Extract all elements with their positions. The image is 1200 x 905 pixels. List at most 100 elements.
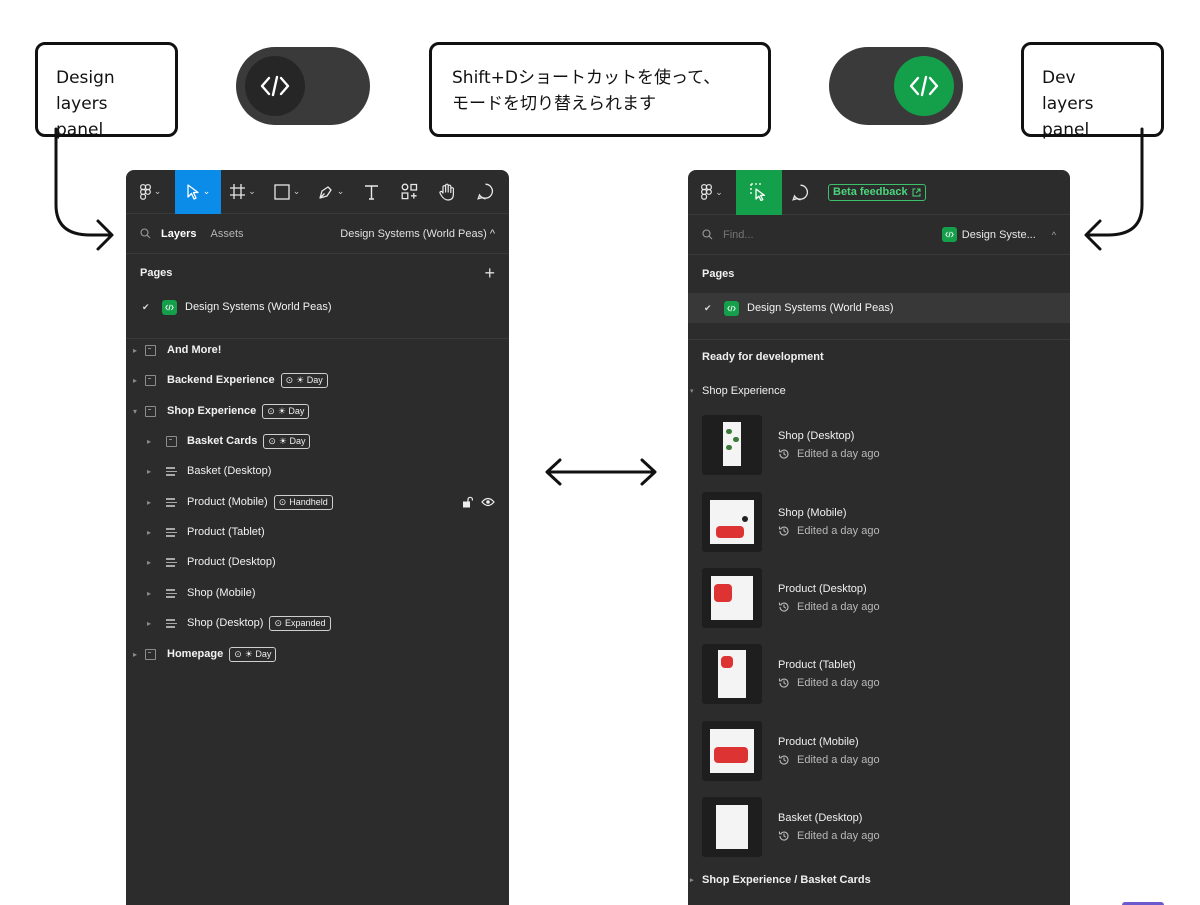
resources-button[interactable] <box>389 170 429 214</box>
dev-layers-panel: ⌄ Beta feedback Design Syste... ^ Pages … <box>688 170 1070 905</box>
chevron-right-icon[interactable]: ▸ <box>144 589 154 598</box>
group-header[interactable]: ▾ Shop Experience <box>690 385 786 397</box>
tab-layers[interactable]: Layers <box>161 228 196 240</box>
pen-tool-button[interactable]: ⌄ <box>309 170 353 214</box>
eye-icon[interactable] <box>481 497 495 507</box>
check-icon: ✔ <box>704 302 712 313</box>
beta-feedback-button[interactable]: Beta feedback <box>828 183 926 201</box>
auto-layout-icon <box>166 557 177 567</box>
dev-frame-item[interactable]: Shop (Mobile) Edited a day ago <box>702 491 1070 553</box>
dev-frame-item[interactable]: Shop (Desktop) Edited a day ago <box>702 414 1070 476</box>
pen-icon <box>319 185 332 199</box>
components-icon <box>401 183 417 200</box>
chevron-right-icon: ▸ <box>690 877 694 884</box>
inspect-tool-button[interactable] <box>736 170 782 215</box>
design-mode-toggle[interactable] <box>236 47 370 125</box>
mode-icon: ⊙ <box>234 648 242 659</box>
main-menu-button[interactable]: ⌄ <box>126 170 175 214</box>
tab-assets[interactable]: Assets <box>210 228 243 240</box>
frame-name: Product (Mobile) <box>778 736 859 748</box>
chevron-down-icon: ⌄ <box>202 186 211 196</box>
frame-name: Product (Desktop) <box>778 583 867 595</box>
chevron-down-icon: ▾ <box>690 388 694 395</box>
chevron-down-icon: ⌄ <box>715 186 723 197</box>
chevron-right-icon[interactable]: ▸ <box>144 558 154 567</box>
figma-logo-icon <box>701 184 713 200</box>
variable-mode-badge: ⊙ ☀ Day <box>280 372 328 388</box>
chevron-right-icon[interactable]: ▸ <box>130 376 140 385</box>
chevron-down-icon[interactable]: ▾ <box>130 407 140 416</box>
design-layers-panel: ⌄ ⌄ ⌄ ⌄ ⌄ Layers Assets Design Systems (… <box>126 170 509 905</box>
dev-code-icon <box>162 299 177 315</box>
figma-logo-icon <box>139 183 151 200</box>
frame-status: Edited a day ago <box>797 601 880 613</box>
frame-icon <box>145 405 156 417</box>
layer-row[interactable]: ▸ Backend Experience ⊙ ☀ Day <box>126 365 509 395</box>
comment-icon <box>791 184 808 201</box>
dev-mode-toggle[interactable] <box>829 47 963 125</box>
add-page-button[interactable]: + <box>484 263 495 284</box>
search-icon <box>702 229 713 240</box>
comment-tool-button[interactable] <box>782 170 818 215</box>
page-selector[interactable]: Design Syste... ^ <box>941 227 1056 242</box>
find-input[interactable] <box>723 228 873 241</box>
frame-status: Edited a day ago <box>797 830 880 842</box>
chevron-down-icon: ⌄ <box>336 186 345 196</box>
page-selector[interactable]: Design Systems (World Peas) ^ <box>340 228 495 240</box>
move-tool-button[interactable]: ⌄ <box>175 170 221 214</box>
unlock-icon[interactable] <box>462 496 473 508</box>
current-page-name: Design Systems (World Peas) <box>185 301 332 313</box>
frame-status: Edited a day ago <box>797 754 880 766</box>
layer-row[interactable]: ▸ Product (Tablet) <box>126 517 509 547</box>
mode-icon: ⊙ <box>274 617 282 628</box>
dev-toolbar: ⌄ Beta feedback <box>688 170 1070 215</box>
layer-row[interactable]: ▾ Shop Experience ⊙ ☀ Day <box>126 396 509 426</box>
text-tool-button[interactable] <box>353 170 389 214</box>
page-selector-label: Design Syste... <box>961 228 1036 241</box>
dev-layers-callout: Dev layers panel <box>1021 42 1164 140</box>
dev-frame-item[interactable]: Product (Mobile) Edited a day ago <box>702 720 1070 782</box>
chevron-right-icon[interactable]: ▸ <box>144 467 154 476</box>
page-item-current[interactable]: ✔ Design Systems (World Peas) <box>688 293 1070 323</box>
code-icon <box>245 56 305 116</box>
group-header[interactable]: ▸ Shop Experience / Basket Cards <box>690 874 871 886</box>
frame-status: Edited a day ago <box>797 525 880 537</box>
pages-label: Pages <box>702 268 735 280</box>
layer-row[interactable]: ▸ Product (Mobile) ⊙ Handheld <box>126 487 509 517</box>
chevron-right-icon[interactable]: ▸ <box>130 650 140 659</box>
frame-thumbnail <box>702 492 762 552</box>
chevron-right-icon[interactable]: ▸ <box>144 619 154 628</box>
auto-layout-icon <box>166 466 177 476</box>
chevron-down-icon: ⌄ <box>248 186 256 196</box>
layer-name: Basket (Desktop) <box>187 465 272 477</box>
inspect-cursor-icon <box>750 183 766 201</box>
layer-row[interactable]: ▸ Shop (Desktop) ⊙ Expanded <box>126 608 509 638</box>
layer-row[interactable]: ▸ Basket (Desktop) <box>126 456 509 486</box>
dev-frame-item[interactable]: Product (Tablet) Edited a day ago <box>702 643 1070 705</box>
search-icon[interactable] <box>140 228 151 239</box>
chevron-right-icon[interactable]: ▸ <box>144 498 154 507</box>
dev-frame-item[interactable]: Basket (Desktop) Edited a day ago <box>702 796 1070 858</box>
dev-frame-item[interactable]: Product (Desktop) Edited a day ago <box>702 567 1070 629</box>
frame-tool-button[interactable]: ⌄ <box>221 170 265 214</box>
chevron-right-icon[interactable]: ▸ <box>130 346 140 355</box>
external-link-icon <box>912 188 921 196</box>
comment-tool-button[interactable] <box>465 170 505 214</box>
hand-tool-button[interactable] <box>429 170 465 214</box>
main-menu-button[interactable]: ⌄ <box>688 170 736 215</box>
layer-row[interactable]: ▸ Product (Desktop) <box>126 547 509 577</box>
layer-row[interactable]: ▸ Basket Cards ⊙ ☀ Day <box>126 426 509 456</box>
code-icon <box>894 56 954 116</box>
frame-thumbnail <box>702 644 762 704</box>
cursor-icon <box>187 183 199 200</box>
chevron-down-icon: ⌄ <box>153 186 162 196</box>
history-icon <box>778 755 789 765</box>
rectangle-icon <box>274 183 290 200</box>
chevron-right-icon[interactable]: ▸ <box>144 437 154 446</box>
layer-row[interactable]: ▸ And More! <box>126 335 509 365</box>
layer-row[interactable]: ▸ Shop (Mobile) <box>126 578 509 608</box>
layer-row[interactable]: ▸ Homepage ⊙ ☀ Day <box>126 639 509 669</box>
page-item-current[interactable]: ✔ Design Systems (World Peas) <box>126 292 509 322</box>
shape-tool-button[interactable]: ⌄ <box>265 170 309 214</box>
chevron-right-icon[interactable]: ▸ <box>144 528 154 537</box>
